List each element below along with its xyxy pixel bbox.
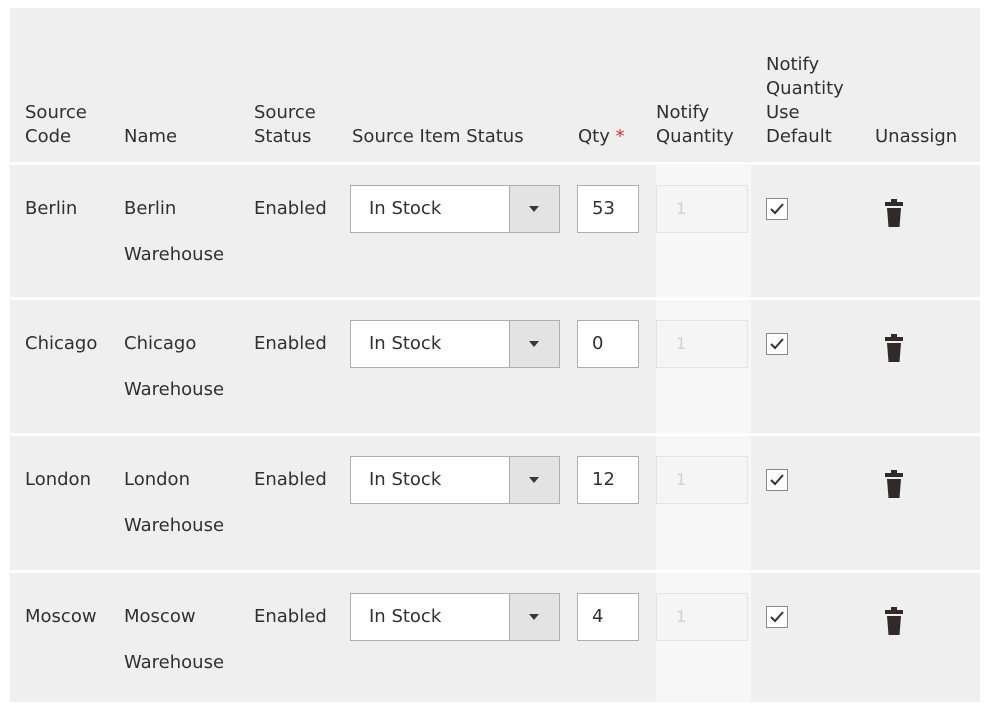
source-status: Enabled (254, 469, 327, 490)
table-row: London London Warehouse Enabled In Stock… (10, 436, 980, 570)
source-name-line2: Warehouse (124, 379, 225, 400)
unassign-button[interactable] (885, 607, 903, 639)
use-default-checkbox[interactable] (766, 333, 788, 355)
chevron-down-icon (529, 477, 539, 483)
unassign-button[interactable] (885, 334, 903, 366)
checkmark-icon (770, 474, 784, 486)
table-row: Berlin Berlin Warehouse Enabled In Stock… (10, 165, 980, 299)
trash-icon (885, 199, 903, 227)
header-unassign: Unassign (875, 126, 958, 147)
chevron-down-icon (529, 614, 539, 620)
header-qty: Qty * (578, 126, 625, 147)
source-name-line2: Warehouse (124, 515, 225, 536)
source-name: Berlin (124, 198, 177, 219)
notify-quantity-input: 1 (656, 456, 748, 504)
source-status: Enabled (254, 333, 327, 354)
trash-icon (885, 470, 903, 498)
unassign-button[interactable] (885, 199, 903, 231)
source-name-line2: Warehouse (124, 652, 225, 673)
use-default-checkbox[interactable] (766, 198, 788, 220)
grid-header: Source Code Name Source Status Source It… (10, 8, 980, 163)
source-name: Chicago (124, 333, 197, 354)
qty-input[interactable]: 0 (577, 320, 639, 368)
source-status: Enabled (254, 606, 327, 627)
header-notify-quantity: Notify Quantity (656, 102, 734, 147)
checkmark-icon (770, 203, 784, 215)
header-name: Name (124, 126, 178, 147)
trash-icon (885, 334, 903, 362)
source-item-status-select[interactable]: In Stock (350, 320, 560, 368)
qty-input[interactable]: 12 (577, 456, 639, 504)
use-default-checkbox[interactable] (766, 606, 788, 628)
source-item-status-select[interactable]: In Stock (350, 185, 560, 233)
source-item-status-select[interactable]: In Stock (350, 456, 560, 504)
source-status: Enabled (254, 198, 327, 219)
required-mark: * (615, 126, 625, 147)
source-code: Chicago (25, 333, 98, 354)
source-name-line2: Warehouse (124, 244, 225, 265)
assigned-sources-grid: Source Code Name Source Status Source It… (10, 8, 980, 702)
source-name: London (124, 469, 190, 490)
source-code: London (25, 469, 91, 490)
trash-icon (885, 607, 903, 635)
notify-quantity-input: 1 (656, 185, 748, 233)
header-source-code: Source Code (25, 102, 87, 147)
source-code: Berlin (25, 198, 78, 219)
qty-input[interactable]: 4 (577, 593, 639, 641)
header-source-item-status: Source Item Status (352, 126, 524, 147)
source-item-status-select[interactable]: In Stock (350, 593, 560, 641)
header-source-status: Source Status (254, 102, 316, 147)
source-code: Moscow (25, 606, 97, 627)
use-default-checkbox[interactable] (766, 469, 788, 491)
checkmark-icon (770, 338, 784, 350)
qty-input[interactable]: 53 (577, 185, 639, 233)
checkmark-icon (770, 611, 784, 623)
chevron-down-icon (529, 341, 539, 347)
unassign-button[interactable] (885, 470, 903, 502)
notify-quantity-input: 1 (656, 320, 748, 368)
table-row: Chicago Chicago Warehouse Enabled In Sto… (10, 300, 980, 434)
table-row: Moscow Moscow Warehouse Enabled In Stock… (10, 573, 980, 707)
header-notify-quantity-use-default: Notify Quantity Use Default (766, 54, 844, 147)
notify-quantity-input: 1 (656, 593, 748, 641)
chevron-down-icon (529, 206, 539, 212)
source-name: Moscow (124, 606, 196, 627)
